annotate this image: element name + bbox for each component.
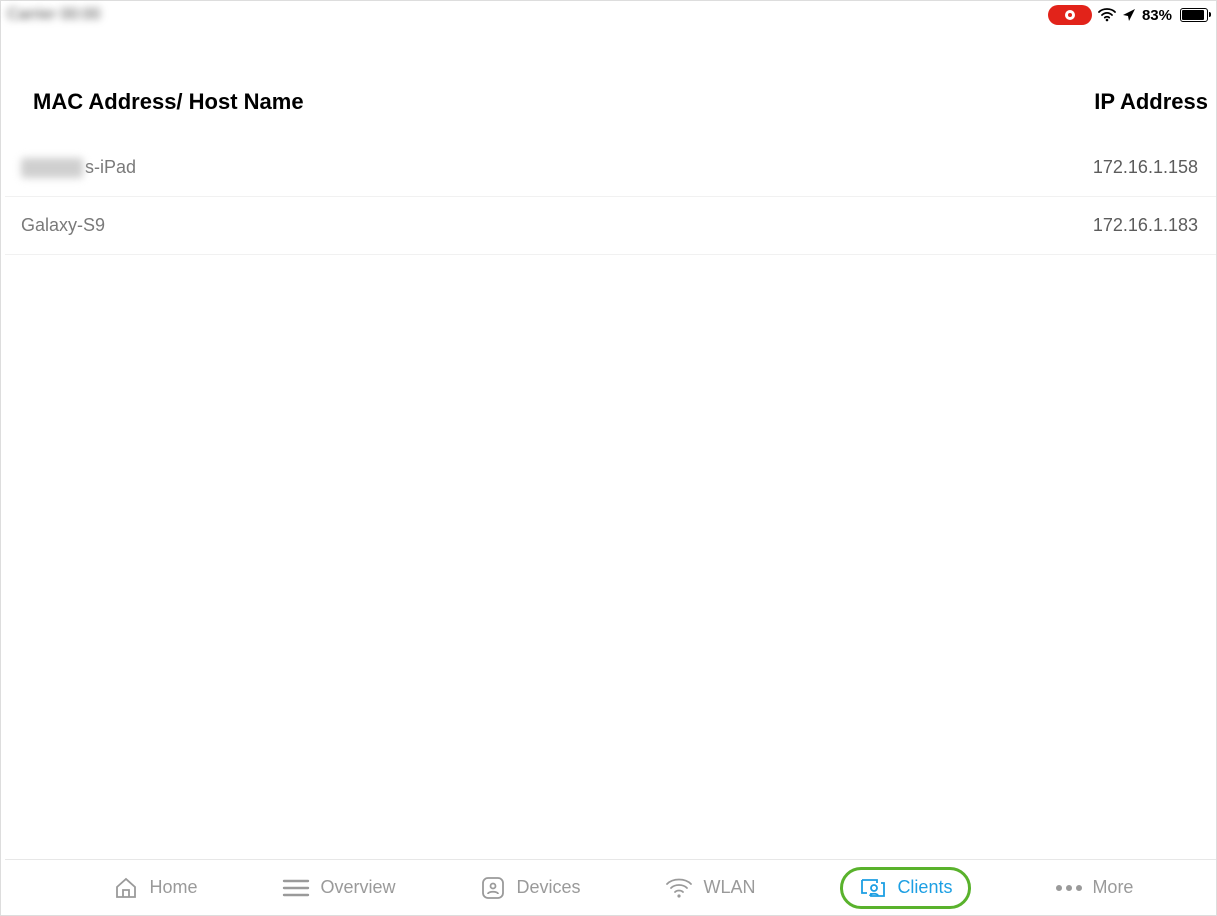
location-icon	[1122, 8, 1136, 22]
carrier-label-blurred: Carrier 00:00	[7, 6, 100, 24]
client-host-name: Galaxy-S9	[21, 215, 105, 236]
status-bar-right: 83%	[1048, 5, 1208, 25]
wifi-icon	[1098, 8, 1116, 22]
more-icon	[1056, 885, 1082, 891]
tab-wlan[interactable]: WLAN	[665, 876, 755, 900]
tab-clients-highlight: Clients	[840, 867, 971, 909]
tab-more[interactable]: More	[1056, 877, 1133, 898]
clients-icon	[859, 876, 887, 900]
wlan-icon	[665, 876, 693, 900]
client-row[interactable]: s-iPad 172.16.1.158	[1, 139, 1216, 197]
column-header-mac-host: MAC Address/ Host Name	[33, 89, 304, 115]
tab-devices[interactable]: Devices	[480, 875, 580, 901]
screen-recording-indicator	[1048, 5, 1092, 25]
menu-icon	[282, 877, 310, 899]
status-bar: Carrier 00:00 83%	[1, 1, 1216, 29]
tab-home[interactable]: Home	[113, 875, 197, 901]
left-border-strip	[1, 1, 5, 915]
column-header-ip: IP Address	[1094, 89, 1208, 115]
client-ip-address: 172.16.1.183	[1093, 215, 1198, 236]
client-list-content: MAC Address/ Host Name IP Address s-iPad…	[1, 29, 1216, 859]
tab-overview[interactable]: Overview	[282, 877, 395, 899]
client-row[interactable]: Galaxy-S9 172.16.1.183	[1, 197, 1216, 255]
home-icon	[113, 875, 139, 901]
tab-devices-label: Devices	[516, 877, 580, 898]
bottom-tab-bar: Home Overview Devices WLAN	[1, 859, 1216, 915]
tab-more-label: More	[1092, 877, 1133, 898]
battery-icon	[1178, 8, 1208, 22]
client-ip-address: 172.16.1.158	[1093, 157, 1198, 178]
tab-home-label: Home	[149, 877, 197, 898]
tab-clients-label: Clients	[897, 877, 952, 898]
blurred-text	[21, 158, 83, 178]
devices-icon	[480, 875, 506, 901]
client-host-suffix: s-iPad	[85, 157, 136, 178]
client-host-name: s-iPad	[21, 157, 136, 178]
client-host-suffix: Galaxy-S9	[21, 215, 105, 236]
status-bar-left: Carrier 00:00	[7, 6, 100, 24]
tab-overview-label: Overview	[320, 877, 395, 898]
battery-percent-label: 83%	[1142, 7, 1172, 24]
app-frame: Carrier 00:00 83% MAC Address/ Host Name…	[0, 0, 1217, 916]
column-header-row: MAC Address/ Host Name IP Address	[1, 29, 1216, 139]
tab-wlan-label: WLAN	[703, 877, 755, 898]
tab-clients[interactable]: Clients	[859, 876, 952, 900]
